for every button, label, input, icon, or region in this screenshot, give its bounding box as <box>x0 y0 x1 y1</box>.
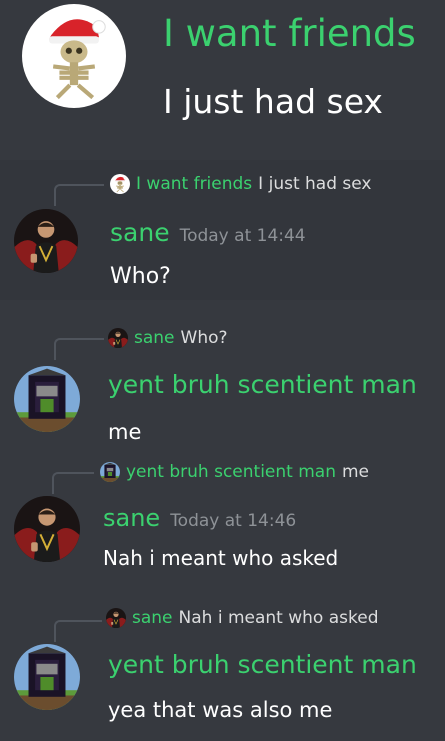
skeleton-santa-hat-avatar <box>110 174 130 194</box>
reply-text: Who? <box>180 328 228 348</box>
timestamp: Today at 14:44 <box>179 226 306 246</box>
message-author[interactable]: yent bruh scentient man <box>108 370 417 399</box>
man-in-chair-avatar <box>108 328 128 348</box>
reply-preview[interactable]: I want friends I just had sex <box>110 174 371 194</box>
message-author[interactable]: sane Today at 14:44 <box>110 218 306 247</box>
man-in-chair-avatar[interactable] <box>14 209 78 273</box>
man-in-chair-avatar[interactable] <box>14 496 80 562</box>
minecraft-portal-avatar[interactable] <box>14 644 80 710</box>
message-text: Nah i meant who asked <box>103 546 339 570</box>
reply-author: sane <box>132 608 173 628</box>
author-name[interactable]: sane <box>110 218 170 247</box>
minecraft-portal-avatar[interactable] <box>14 366 80 432</box>
message-i-want-friends: I want friends I just had sex <box>0 0 445 150</box>
reply-spine <box>52 472 94 494</box>
minecraft-portal-avatar <box>100 462 120 482</box>
author-name[interactable]: sane <box>103 504 160 532</box>
reply-preview[interactable]: sane Who? <box>108 328 228 348</box>
reply-author: yent bruh scentient man <box>126 462 336 482</box>
message-yent-2: sane Nah i meant who asked yent bruh sce… <box>0 598 445 741</box>
timestamp: Today at 14:46 <box>170 511 297 531</box>
reply-preview[interactable]: sane Nah i meant who asked <box>106 608 378 628</box>
message-author[interactable]: yent bruh scentient man <box>108 650 417 679</box>
reply-author: I want friends <box>136 174 253 194</box>
reply-text: Nah i meant who asked <box>178 608 379 628</box>
message-sane-2: yent bruh scentient man me sane Today at … <box>0 452 445 587</box>
reply-preview[interactable]: yent bruh scentient man me <box>100 462 369 482</box>
man-in-chair-avatar <box>106 608 126 628</box>
message-author[interactable]: I want friends <box>163 12 416 55</box>
message-author[interactable]: sane Today at 14:46 <box>103 504 296 532</box>
message-text: me <box>108 420 142 444</box>
reply-text: I just had sex <box>258 174 372 194</box>
skeleton-santa-hat-avatar[interactable] <box>22 4 126 108</box>
reply-text: me <box>341 462 370 482</box>
reply-spine <box>54 184 104 206</box>
chat-log: I want friends I just had sex I want fri… <box>0 0 445 741</box>
message-text: yea that was also me <box>108 698 333 722</box>
message-text: I just had sex <box>163 82 383 121</box>
reply-spine <box>54 620 102 642</box>
message-yent-1: sane Who? yent bruh scentient man me <box>0 318 445 453</box>
message-text: Who? <box>110 264 171 289</box>
reply-author: sane <box>134 328 175 348</box>
message-sane-1: I want friends I just had sex sane Today … <box>0 160 445 300</box>
reply-spine <box>54 338 104 360</box>
